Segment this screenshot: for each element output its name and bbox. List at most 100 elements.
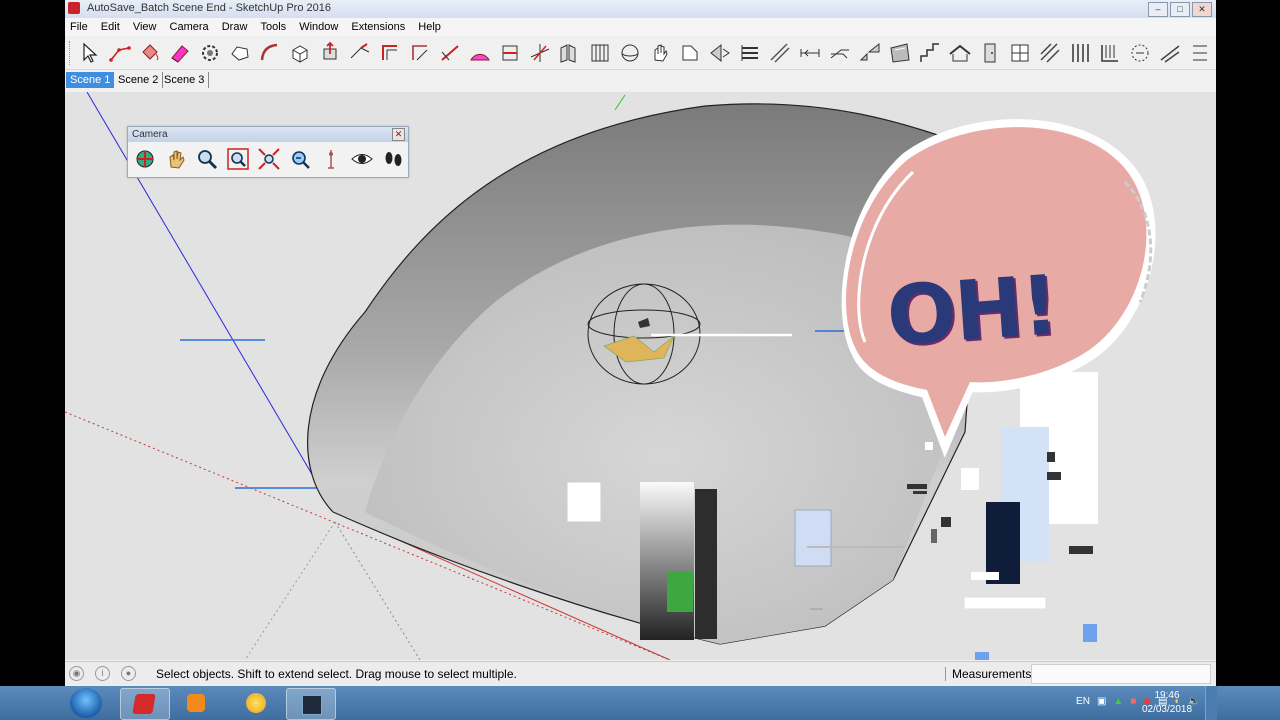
window-title: AutoSave_Batch Scene End - SketchUp Pro … <box>87 2 331 14</box>
tray-warning-icon[interactable]: ▲ <box>1113 696 1123 707</box>
pan-icon[interactable] <box>647 40 673 66</box>
taskbar-media-player[interactable] <box>172 688 220 718</box>
stair-icon[interactable] <box>917 40 943 66</box>
orbit-icon[interactable] <box>617 40 643 66</box>
language-indicator[interactable]: EN <box>1076 696 1090 707</box>
rotate-icon[interactable] <box>707 40 733 66</box>
gradient-swatch <box>640 482 694 640</box>
user-icon[interactable]: ● <box>121 666 136 681</box>
panel-icon[interactable] <box>1097 40 1123 66</box>
position-camera-icon[interactable] <box>318 146 344 172</box>
pattern-icon[interactable] <box>1037 40 1063 66</box>
status-bar: ◉ i ● Select objects. Shift to extend se… <box>65 661 1216 685</box>
info-icon[interactable]: i <box>95 666 110 681</box>
windows-start-icon[interactable] <box>70 688 102 718</box>
columns-icon[interactable] <box>1067 40 1093 66</box>
clock[interactable]: 19:46 02/03/2018 <box>1130 689 1204 717</box>
windows-taskbar: EN ▣ ▲ ■ ◆ ▤ ◐ 🔈 19:46 02/03/2018 <box>0 686 1280 720</box>
measurements-input[interactable] <box>1031 664 1211 684</box>
section-icon[interactable] <box>497 40 523 66</box>
editor-icon <box>302 695 322 715</box>
layers-icon[interactable] <box>737 40 763 66</box>
camera-toolbar-title: Camera <box>132 129 168 140</box>
menu-bar: File Edit View Camera Draw Tools Window … <box>65 18 1216 36</box>
push-pull-icon[interactable] <box>317 40 343 66</box>
component-icon[interactable] <box>557 40 583 66</box>
white-fragment <box>566 481 602 523</box>
extrude-icon[interactable] <box>1127 40 1153 66</box>
box-icon[interactable] <box>287 40 313 66</box>
sketchup-icon <box>132 694 156 714</box>
roof-icon[interactable] <box>947 40 973 66</box>
status-message: Select objects. Shift to extend select. … <box>156 667 517 681</box>
camera-toolbar-window[interactable]: Camera ✕ <box>127 126 409 178</box>
taskbar-sketchup[interactable] <box>120 688 170 720</box>
measurements-label: Measurements <box>945 667 1031 681</box>
gear-icon[interactable] <box>197 40 223 66</box>
media-player-icon <box>187 694 205 712</box>
follow-me-icon[interactable] <box>347 40 373 66</box>
walls-icon[interactable] <box>887 40 913 66</box>
toolbar-grip[interactable] <box>69 41 73 65</box>
sketchup-app-icon[interactable] <box>68 2 80 14</box>
axes-icon[interactable] <box>527 40 553 66</box>
line-icon[interactable] <box>107 40 133 66</box>
grid-icon[interactable] <box>587 40 613 66</box>
main-toolbar <box>65 37 1216 70</box>
previous-view-icon[interactable] <box>287 146 313 172</box>
tape-icon[interactable] <box>407 40 433 66</box>
dimension-icon[interactable] <box>797 40 823 66</box>
zoom-icon[interactable] <box>194 146 220 172</box>
minimize-button[interactable]: – <box>1148 2 1168 17</box>
menu-extensions[interactable]: Extensions <box>346 18 410 36</box>
close-button[interactable]: ✕ <box>1192 2 1212 17</box>
taskbar-editor[interactable] <box>286 688 336 720</box>
menu-tools[interactable]: Tools <box>255 18 291 36</box>
arc-icon[interactable] <box>257 40 283 66</box>
offset-icon[interactable] <box>377 40 403 66</box>
walk-icon[interactable] <box>380 146 406 172</box>
scene-tab-2[interactable]: Scene 2 <box>114 72 164 88</box>
menu-edit[interactable]: Edit <box>96 18 125 36</box>
zoom-window-icon[interactable] <box>225 146 251 172</box>
menu-help[interactable]: Help <box>413 18 446 36</box>
blue-small-fragment <box>1083 624 1097 642</box>
shape-icon[interactable] <box>227 40 253 66</box>
more-tools-icon[interactable] <box>1187 40 1213 66</box>
menu-window[interactable]: Window <box>294 18 343 36</box>
navy-panel <box>986 502 1020 584</box>
show-desktop-button[interactable] <box>1205 686 1217 720</box>
scene-tab-3[interactable]: Scene 3 <box>160 72 210 88</box>
menu-file[interactable]: File <box>65 18 93 36</box>
text-leader-icon[interactable] <box>827 40 853 66</box>
door-icon[interactable] <box>977 40 1003 66</box>
clock-time: 19:46 <box>1154 690 1180 701</box>
look-around-icon[interactable] <box>349 146 375 172</box>
taskbar-paint[interactable] <box>232 688 280 718</box>
flip-icon[interactable] <box>677 40 703 66</box>
menu-draw[interactable]: Draw <box>217 18 253 36</box>
camera-toolbar-close-button[interactable]: ✕ <box>392 128 405 141</box>
select-icon[interactable] <box>77 40 103 66</box>
paint-bucket-icon[interactable] <box>137 40 163 66</box>
title-bar: AutoSave_Batch Scene End - SketchUp Pro … <box>65 0 1216 19</box>
hatch-icon[interactable] <box>767 40 793 66</box>
protractor-icon[interactable] <box>467 40 493 66</box>
pan-icon[interactable] <box>163 146 189 172</box>
curve-icon[interactable] <box>1157 40 1183 66</box>
scale-icon[interactable] <box>857 40 883 66</box>
eraser-icon[interactable] <box>167 40 193 66</box>
menu-view[interactable]: View <box>128 18 162 36</box>
zoom-extents-icon[interactable] <box>256 146 282 172</box>
menu-camera[interactable]: Camera <box>165 18 214 36</box>
orbit-icon[interactable] <box>132 146 158 172</box>
scene-tabs: Scene 1 Scene 2 Scene 3 <box>65 70 1216 90</box>
window-tool-icon[interactable] <box>1007 40 1033 66</box>
scene-tab-1[interactable]: Scene 1 <box>66 72 115 88</box>
maximize-button[interactable]: □ <box>1170 2 1190 17</box>
paint-icon <box>246 693 266 713</box>
geo-location-icon[interactable]: ◉ <box>69 666 84 681</box>
measure-icon[interactable] <box>437 40 463 66</box>
clock-date: 02/03/2018 <box>1141 704 1193 715</box>
tray-network-icon[interactable]: ▣ <box>1097 696 1106 707</box>
